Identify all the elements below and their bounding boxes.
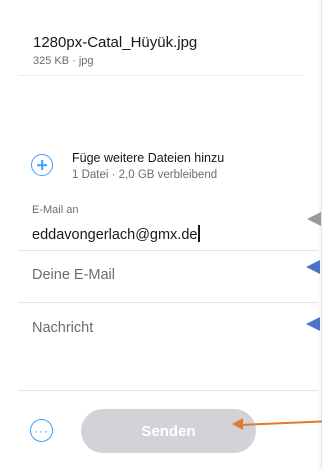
email-to-value: eddavongerlach@gmx.de [32,227,198,243]
your-email-placeholder: Deine E-Mail [32,267,115,283]
message-placeholder: Nachricht [32,320,94,336]
send-button[interactable]: Senden [81,409,256,453]
add-files-title: Füge weitere Dateien hinzu [72,151,225,165]
message-field[interactable]: Nachricht [18,303,318,357]
ellipsis-circle-icon[interactable]: ··· [30,419,53,442]
email-to-label: E-Mail an [32,204,79,216]
file-name: 1280px-Catal_Hüyük.jpg [33,34,198,51]
annotation-arrow-gray [307,212,321,226]
annotation-arrow-blue [306,260,320,274]
email-to-field[interactable]: E-Mail an eddavongerlach@gmx.de [18,199,318,251]
file-divider [18,75,304,76]
annotation-arrow-blue [306,317,320,331]
transfer-panel: 1280px-Catal_Hüyük.jpg 325 KB · jpg Füge… [0,0,322,469]
file-meta: 325 KB · jpg [33,55,94,67]
add-files-button[interactable]: Füge weitere Dateien hinzu 1 Datei · 2,0… [18,143,308,193]
annotation-arrow-orange-head [232,418,243,430]
text-caret [198,225,200,242]
file-list-item[interactable]: 1280px-Catal_Hüyük.jpg 325 KB · jpg [0,0,322,76]
your-email-field[interactable]: Deine E-Mail [18,252,318,302]
email-to-input[interactable]: eddavongerlach@gmx.de [32,225,200,243]
plus-circle-icon[interactable] [31,154,53,176]
field-divider [18,250,318,251]
footer: ··· Senden [0,391,322,469]
add-files-subtitle: 1 Datei · 2,0 GB verbleibend [72,169,218,181]
